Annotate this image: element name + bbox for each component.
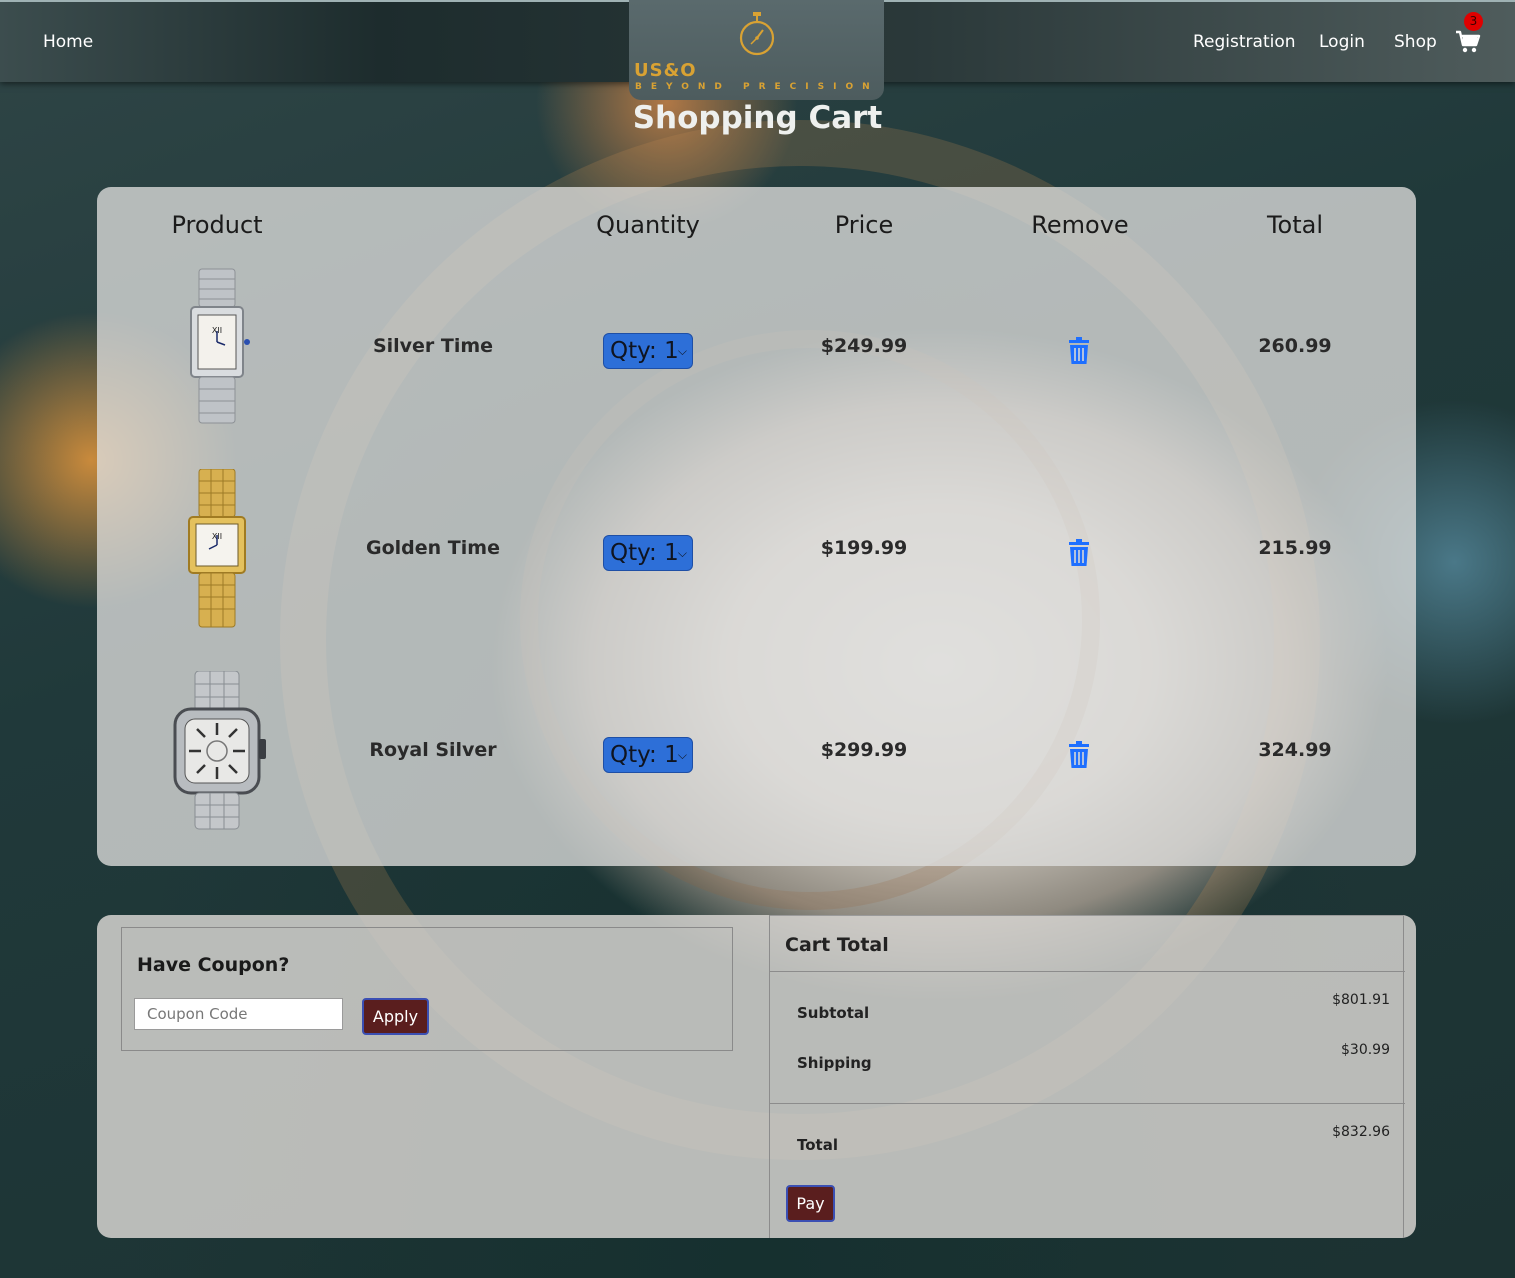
quantity-value: Qty: 1 bbox=[610, 338, 679, 364]
total-value: $832.96 bbox=[1332, 1124, 1390, 1140]
logo-brand: US&O bbox=[634, 60, 697, 81]
header-quantity: Quantity bbox=[596, 211, 700, 239]
coupon-section: Have Coupon? Apply bbox=[121, 927, 733, 1051]
nav-registration[interactable]: Registration bbox=[1193, 32, 1296, 52]
nav-login[interactable]: Login bbox=[1319, 32, 1365, 52]
checkout-panel: Have Coupon? Apply Cart Total Subtotal $… bbox=[97, 915, 1416, 1238]
quantity-value: Qty: 1 bbox=[610, 742, 679, 768]
shopping-cart-icon[interactable] bbox=[1455, 30, 1481, 54]
trash-icon[interactable] bbox=[1067, 741, 1091, 769]
chevron-down-icon: ⌵ bbox=[677, 344, 687, 358]
total-label: Total bbox=[797, 1136, 838, 1154]
header-product: Product bbox=[171, 211, 263, 239]
totals-divider bbox=[770, 1103, 1405, 1104]
cart-total-header: Cart Total bbox=[770, 915, 1405, 972]
page-title: Shopping Cart bbox=[632, 100, 883, 136]
product-name: Golden Time bbox=[366, 537, 500, 559]
cart-total-section: Cart Total Subtotal $801.91 Shipping $30… bbox=[769, 915, 1405, 1238]
logo-tagline: BEYOND PRECISION bbox=[635, 82, 879, 92]
table-row: XII Silver Time Qty: 1 ⌵ $249.99 260.99 bbox=[97, 267, 1416, 437]
table-row: XII Golden Time Qty: 1 ⌵ $199.99 215.99 bbox=[97, 469, 1416, 639]
cart-table: Product Quantity Price Remove Total XII … bbox=[97, 187, 1416, 866]
coupon-title: Have Coupon? bbox=[137, 954, 290, 976]
logo[interactable]: US&O BEYOND PRECISION bbox=[629, 0, 884, 100]
subtotal-label: Subtotal bbox=[797, 1004, 870, 1022]
row-total: 215.99 bbox=[1258, 537, 1332, 559]
quantity-select[interactable]: Qty: 1 ⌵ bbox=[603, 535, 693, 571]
header-remove: Remove bbox=[1031, 211, 1129, 239]
product-price: $249.99 bbox=[820, 335, 908, 357]
coupon-code-input[interactable] bbox=[134, 998, 343, 1030]
stopwatch-logo-icon bbox=[739, 12, 775, 56]
trash-icon[interactable] bbox=[1067, 539, 1091, 567]
shipping-label: Shipping bbox=[797, 1054, 872, 1072]
quantity-select[interactable]: Qty: 1 ⌵ bbox=[603, 333, 693, 369]
apply-coupon-button[interactable]: Apply bbox=[362, 998, 429, 1035]
header-total: Total bbox=[1266, 211, 1324, 239]
product-price: $299.99 bbox=[820, 739, 908, 761]
chevron-down-icon: ⌵ bbox=[677, 546, 687, 560]
table-row: Royal Silver Qty: 1 ⌵ $299.99 324.99 bbox=[97, 671, 1416, 841]
chevron-down-icon: ⌵ bbox=[677, 748, 687, 762]
royal-silver-watch-image bbox=[173, 671, 266, 830]
header-price: Price bbox=[834, 211, 894, 239]
cart-count-badge: 3 bbox=[1464, 12, 1483, 31]
nav-home[interactable]: Home bbox=[43, 32, 93, 52]
cart-total-title: Cart Total bbox=[785, 934, 889, 956]
pay-button[interactable]: Pay bbox=[786, 1185, 835, 1222]
trash-icon[interactable] bbox=[1067, 337, 1091, 365]
product-name: Silver Time bbox=[372, 335, 494, 357]
quantity-select[interactable]: Qty: 1 ⌵ bbox=[603, 737, 693, 773]
row-total: 260.99 bbox=[1258, 335, 1332, 357]
nav-shop[interactable]: Shop bbox=[1394, 32, 1437, 52]
product-price: $199.99 bbox=[820, 537, 908, 559]
subtotal-value: $801.91 bbox=[1332, 992, 1390, 1008]
quantity-value: Qty: 1 bbox=[610, 540, 679, 566]
gold-watch-image: XII bbox=[188, 469, 246, 628]
row-total: 324.99 bbox=[1258, 739, 1332, 761]
shipping-value: $30.99 bbox=[1341, 1042, 1390, 1058]
product-name: Royal Silver bbox=[369, 739, 497, 761]
silver-watch-image: XII bbox=[190, 268, 250, 424]
